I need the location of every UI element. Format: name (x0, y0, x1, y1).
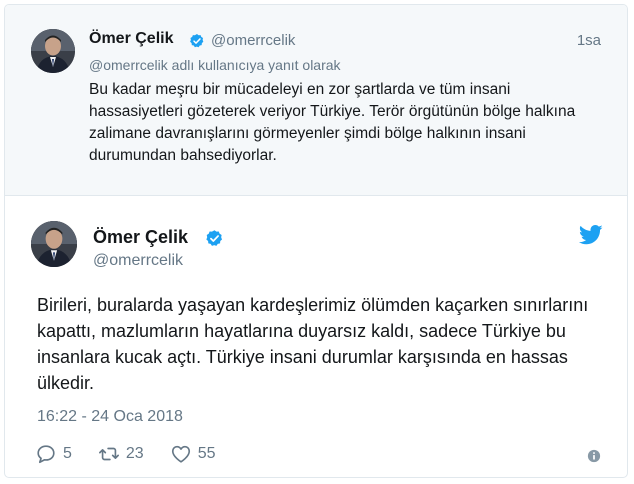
parent-tweet[interactable]: Ömer Çelik @omerrcelik 1sa @omerrcelik a… (5, 5, 627, 196)
like-count: 55 (197, 445, 216, 462)
main-avatar[interactable] (31, 221, 77, 267)
parent-tweet-text: Bu kadar meşru bir mücadeleyi en zor şar… (89, 81, 576, 164)
parent-timestamp[interactable]: 1sa (577, 32, 601, 49)
parent-author-name[interactable]: Ömer Çelik (89, 30, 173, 48)
parent-avatar[interactable] (31, 29, 75, 73)
retweet-button[interactable]: 23 (98, 443, 144, 465)
reply-icon (37, 445, 55, 464)
verified-badge-icon (206, 230, 223, 246)
embedded-tweet-card: Ömer Çelik @omerrcelik 1sa @omerrcelik a… (4, 4, 628, 478)
verified-badge-icon (190, 34, 204, 48)
reply-count: 5 (63, 445, 72, 462)
heart-icon (171, 445, 190, 463)
retweet-count: 23 (125, 445, 144, 462)
parent-handle[interactable]: @omerrcelik (211, 32, 295, 49)
reply-button[interactable]: 5 (35, 443, 72, 465)
tweet-actions: 5 23 55 (35, 443, 242, 465)
info-icon[interactable] (587, 449, 601, 463)
like-button[interactable]: 55 (170, 443, 216, 465)
retweet-icon (98, 447, 119, 461)
tweet-datetime[interactable]: 16:22 - 24 Oca 2018 (37, 408, 183, 426)
main-tweet-text: Birileri, buralarda yaşayan kardeşlerimi… (37, 295, 589, 393)
reply-context: @omerrcelik adlı kullanıcıya yanıt olara… (89, 57, 341, 73)
main-handle[interactable]: @omerrcelik (93, 252, 183, 270)
main-author-name[interactable]: Ömer Çelik (93, 227, 188, 248)
twitter-bird-icon[interactable] (579, 225, 603, 245)
